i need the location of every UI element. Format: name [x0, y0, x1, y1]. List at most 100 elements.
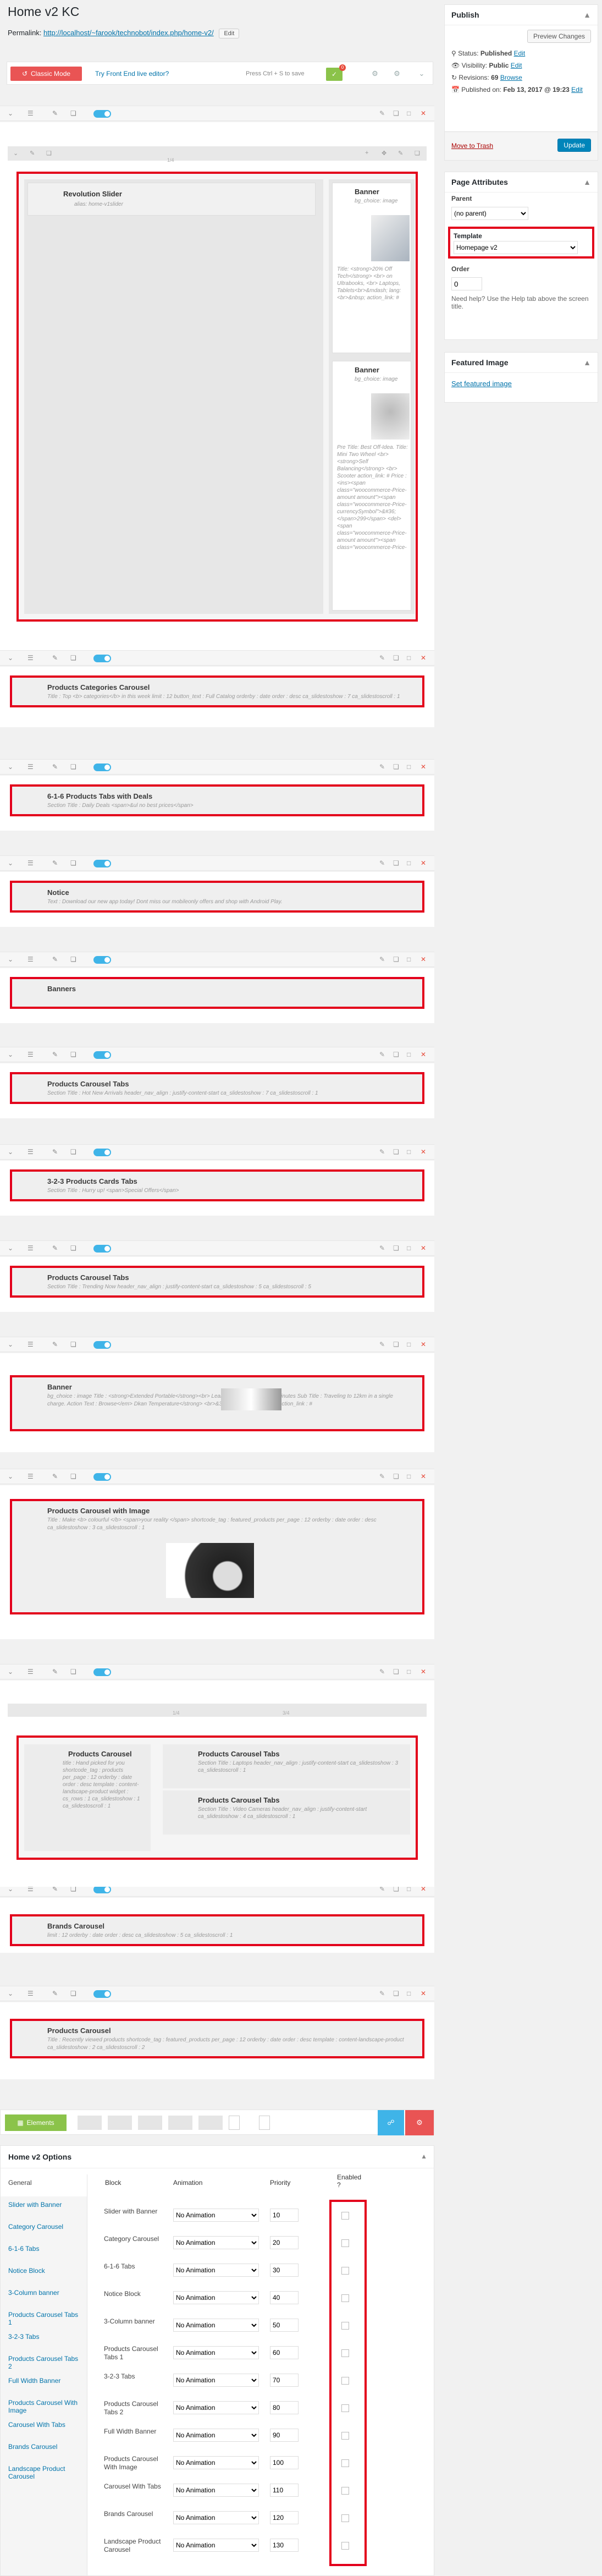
edit-icon[interactable]: ✎ — [52, 1341, 58, 1348]
priority-input[interactable] — [270, 2374, 299, 2387]
copy-icon[interactable]: ❏ — [70, 1473, 76, 1480]
animation-select[interactable]: No Animation — [173, 2374, 259, 2387]
options-tab[interactable]: Carousel With Tabs — [1, 2416, 87, 2438]
save-icon[interactable]: □ — [407, 955, 411, 963]
copy-icon[interactable]: ❏ — [70, 1148, 76, 1156]
collapse-icon[interactable]: ⌄ — [8, 1473, 13, 1480]
delete-icon[interactable]: ✕ — [421, 109, 426, 117]
edit-icon[interactable]: ✎ — [379, 1244, 385, 1252]
row-toggle[interactable] — [93, 655, 111, 662]
save-icon[interactable]: □ — [407, 859, 411, 867]
collapse-icon[interactable]: ▲ — [583, 10, 591, 19]
element-block[interactable]: 6-1-6 Products Tabs with Deals Section Ti… — [10, 784, 424, 816]
element-block[interactable]: Products Categories Carousel Title : Top … — [10, 675, 424, 707]
animation-select[interactable]: No Animation — [173, 2346, 259, 2359]
copy-icon[interactable]: ❏ — [70, 859, 76, 867]
collapse-icon[interactable]: ▲ — [583, 358, 591, 367]
collapse-icon[interactable]: ⌄ — [8, 1148, 13, 1156]
element-block[interactable]: Products Carousel Title : Recently viewed… — [10, 2019, 424, 2058]
columns-icon[interactable]: ☰ — [27, 1473, 34, 1480]
banner-element[interactable]: Banner bg_choice: image Pre Title: Best … — [332, 361, 411, 611]
layout-button[interactable] — [138, 2116, 162, 2130]
products-carousel-tabs-element[interactable]: Products Carousel Tabs Section Title : V… — [163, 1790, 410, 1834]
revolution-slider-element[interactable]: Revolution Slider alias: home-v1slider — [27, 183, 316, 216]
layout-button[interactable] — [168, 2116, 192, 2130]
move-icon[interactable]: ✥ — [382, 150, 386, 157]
delete-icon[interactable]: ✕ — [421, 1244, 426, 1252]
collapse-icon[interactable]: ⌄ — [8, 1341, 13, 1348]
copy-icon[interactable]: ❏ — [70, 1244, 76, 1252]
element-block[interactable]: Notice Text : Download our new app today!… — [10, 881, 424, 913]
delete-icon[interactable]: ✕ — [421, 1990, 426, 1997]
layout-button[interactable] — [78, 2116, 102, 2130]
animation-select[interactable]: No Animation — [173, 2401, 259, 2414]
save-icon[interactable]: □ — [407, 1990, 411, 1997]
layout-button[interactable] — [198, 2116, 223, 2130]
options-tab[interactable]: 3-2-3 Tabs — [1, 2328, 87, 2350]
parent-select[interactable]: (no parent) — [451, 207, 528, 220]
animation-select[interactable]: No Animation — [173, 2429, 259, 2442]
options-tab[interactable]: General — [1, 2174, 87, 2196]
priority-input[interactable] — [270, 2484, 299, 2497]
delete-icon[interactable]: ✕ — [421, 859, 426, 867]
columns-icon[interactable]: ☰ — [27, 1990, 34, 1997]
collapse-icon[interactable]: ▲ — [583, 178, 591, 186]
animation-select[interactable]: No Animation — [173, 2511, 259, 2524]
edit-icon[interactable]: ✎ — [52, 763, 58, 771]
copy-icon[interactable]: ❏ — [70, 1341, 76, 1348]
animation-select[interactable]: No Animation — [173, 2209, 259, 2222]
permalink-url[interactable]: http://localhost/~farook/technobot/index… — [43, 29, 214, 37]
element-block[interactable]: Brands Carousel limit : 12 orderby : date… — [10, 1914, 424, 1946]
save-icon[interactable]: □ — [407, 763, 411, 771]
trash-link[interactable]: Move to Trash — [451, 142, 493, 150]
edit-icon[interactable]: ✎ — [379, 955, 385, 963]
update-button[interactable]: Update — [557, 139, 591, 152]
collapse-icon[interactable]: ⌄ — [8, 1990, 13, 1997]
preview-button[interactable]: Preview Changes — [527, 30, 591, 43]
columns-icon[interactable]: ☰ — [27, 1244, 34, 1252]
copy-icon[interactable]: ❏ — [70, 109, 76, 117]
delete-icon[interactable]: ✕ — [421, 1051, 426, 1058]
element-block[interactable]: Products Carousel with Image Title : Make… — [10, 1499, 424, 1614]
settings-icon[interactable]: ⚙ — [392, 69, 402, 79]
collapse-icon[interactable]: ⌄ — [8, 955, 13, 963]
copy-icon[interactable]: ❏ — [393, 1990, 399, 1997]
copy-icon[interactable]: ❏ — [393, 1051, 399, 1058]
element-block[interactable]: 3-2-3 Products Cards Tabs Section Title :… — [10, 1169, 424, 1201]
collapse-icon[interactable]: ⌄ — [8, 1668, 13, 1676]
save-icon[interactable]: □ — [407, 109, 411, 117]
collapse-icon[interactable]: ⌄ — [13, 150, 18, 157]
products-carousel-element[interactable]: Products Carousel title : Hand picked fo… — [24, 1744, 151, 1851]
options-tab[interactable]: Slider with Banner — [1, 2196, 87, 2218]
edit-icon[interactable]: ✎ — [52, 859, 58, 867]
sections-icon[interactable]: ☍ — [378, 2110, 404, 2135]
options-tab[interactable]: Products Carousel Tabs 1 — [1, 2306, 87, 2328]
save-icon[interactable]: □ — [407, 1668, 411, 1676]
products-carousel-tabs-element[interactable]: Products Carousel Tabs Section Title : L… — [163, 1744, 410, 1788]
columns-icon[interactable]: ☰ — [27, 1668, 34, 1676]
options-tab[interactable]: Landscape Product Carousel — [1, 2460, 87, 2482]
row-toggle[interactable] — [93, 1668, 111, 1676]
copy-icon[interactable]: ❏ — [70, 1990, 76, 1997]
edit-icon[interactable]: ✎ — [379, 859, 385, 867]
priority-input[interactable] — [270, 2511, 299, 2524]
page-title[interactable]: Home v2 KC — [8, 4, 79, 19]
animation-select[interactable]: No Animation — [173, 2319, 259, 2332]
priority-input[interactable] — [270, 2319, 299, 2332]
copy-icon[interactable]: ❏ — [70, 1668, 76, 1676]
priority-input[interactable] — [270, 2346, 299, 2359]
classic-mode-button[interactable]: ↺ Classic Mode — [10, 67, 82, 81]
animation-select[interactable]: No Animation — [173, 2484, 259, 2497]
collapse-icon[interactable]: ▲ — [421, 2152, 427, 2160]
copy-icon[interactable]: ❏ — [70, 654, 76, 662]
copy-icon[interactable]: ❏ — [393, 1341, 399, 1348]
row-toggle[interactable] — [93, 1051, 111, 1059]
priority-input[interactable] — [270, 2236, 299, 2249]
columns-icon[interactable]: ☰ — [27, 955, 34, 963]
priority-input[interactable] — [270, 2401, 299, 2414]
published-edit-link[interactable]: Edit — [571, 86, 583, 94]
edit-icon[interactable]: ✎ — [379, 1990, 385, 1997]
save-icon[interactable]: □ — [407, 1244, 411, 1252]
options-tab[interactable]: Products Carousel Tabs 2 — [1, 2350, 87, 2372]
collapse-icon[interactable]: ⌄ — [8, 109, 13, 117]
